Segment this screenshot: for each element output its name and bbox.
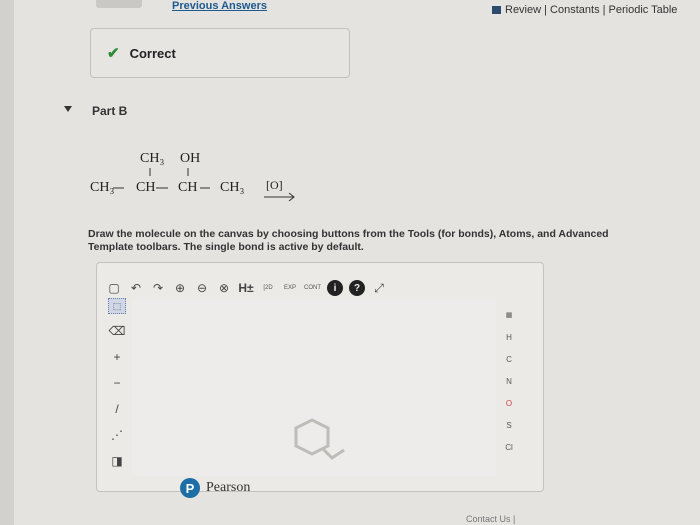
info-icon[interactable]: i (327, 280, 343, 296)
2d-clean-button[interactable]: [2D (260, 279, 276, 297)
chain-methyl-left: CH₃ (90, 180, 115, 195)
atom-button-c[interactable]: C (506, 352, 512, 366)
atom-button-h[interactable]: H (506, 330, 512, 344)
atom-button-o[interactable]: O (506, 396, 512, 410)
periodic-table-icon[interactable]: ▦ (506, 308, 513, 322)
atom-button-cl[interactable]: Cl (505, 440, 513, 454)
previous-answers-link[interactable]: Previous Answers (172, 0, 267, 12)
new-document-icon[interactable]: ▢ (106, 279, 122, 297)
undo-icon[interactable]: ↶ (128, 279, 144, 297)
reaction-structure: CH₃ OH CH₃ CH CH CH₃ [O] (88, 148, 328, 208)
top-toolbar: ▢ ↶ ↷ ⊕ ⊖ ⊗ H± [2D EXP CONT i ? ⤢ (106, 278, 387, 298)
contract-button[interactable]: CONT (304, 279, 321, 297)
help-icon[interactable]: ? (349, 280, 365, 296)
checkmark-icon: ✔ (107, 45, 120, 62)
expand-button[interactable]: EXP (282, 279, 298, 297)
top-nav: Review | Constants | Periodic Table (492, 4, 677, 16)
clear-icon[interactable]: ⊗ (216, 279, 232, 297)
left-edge-strip (0, 0, 14, 525)
redo-icon[interactable]: ↷ (150, 279, 166, 297)
hydrogens-button[interactable]: H± (238, 279, 254, 297)
oxidation-reagent: [O] (266, 178, 283, 192)
template-icon[interactable]: ◨ (111, 452, 122, 470)
positive-charge-icon[interactable]: + (113, 348, 120, 366)
benzene-watermark-icon (294, 418, 345, 460)
footer: Contact Us | (0, 514, 700, 525)
correct-feedback-box: ✔ Correct (90, 28, 350, 78)
fullscreen-icon[interactable]: ⤢ (371, 279, 387, 297)
eraser-icon[interactable]: ⌫ (109, 322, 126, 340)
instructions-text: Draw the molecule on the canvas by choos… (88, 228, 609, 253)
single-bond-icon[interactable]: / (115, 400, 118, 418)
collapse-arrow-icon[interactable] (64, 106, 72, 112)
footer-contact-link[interactable]: Contact Us | (466, 514, 515, 524)
select-tool-icon[interactable]: ⬚ (108, 298, 126, 314)
correct-label: Correct (129, 45, 176, 61)
atom-button-n[interactable]: N (506, 374, 512, 388)
chain-ch-1: CH (136, 180, 156, 195)
submit-button-partial[interactable] (96, 0, 142, 8)
atoms-toolbar: ▦ H C N O S Cl (498, 308, 520, 454)
pearson-name: Pearson (206, 480, 251, 495)
atom-button-s[interactable]: S (506, 418, 511, 432)
pearson-branding: P Pearson (180, 478, 250, 498)
part-title[interactable]: Part B (92, 104, 127, 118)
chain-ch-2: CH (178, 180, 198, 195)
zoom-in-icon[interactable]: ⊕ (172, 279, 188, 297)
reaction-bonds (113, 168, 295, 202)
chain-methyl-right: CH₃ (220, 180, 245, 195)
review-icon (492, 6, 501, 14)
left-tools-toolbar: ⬚ ⌫ + − / ⋰ ◨ (106, 298, 128, 470)
top-nav-links[interactable]: Review | Constants | Periodic Table (505, 4, 677, 16)
zoom-out-icon[interactable]: ⊖ (194, 279, 210, 297)
pearson-logo-icon: P (180, 478, 200, 498)
negative-charge-icon[interactable]: − (113, 374, 120, 392)
chain-tool-icon[interactable]: ⋰ (111, 426, 123, 444)
